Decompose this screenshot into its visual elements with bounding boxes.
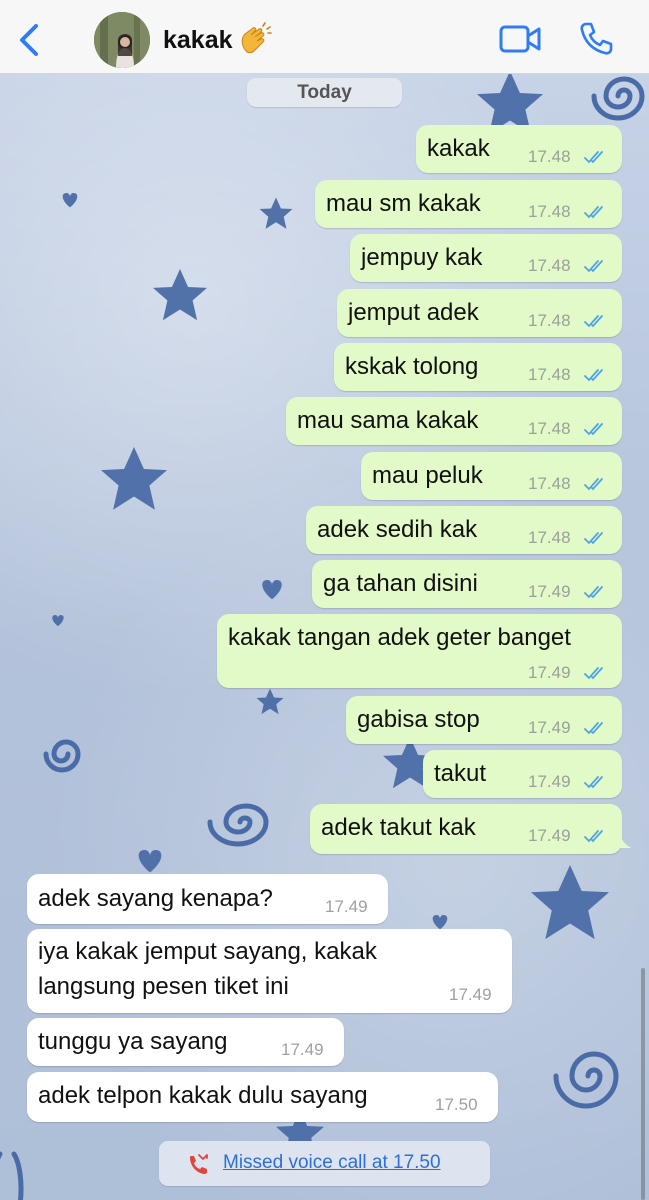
clapping-hands-icon xyxy=(237,22,273,58)
message-time: 17.48 xyxy=(528,147,571,166)
message-bubble-outgoing[interactable]: adek takut kak 17.49 xyxy=(310,804,622,854)
message-bubble-outgoing[interactable]: kakak 17.48 xyxy=(416,125,622,173)
message-time: 17.48 xyxy=(528,256,571,275)
message-time: 17.48 xyxy=(528,311,571,330)
message-bubble-outgoing[interactable]: jemput adek 17.48 xyxy=(337,289,622,337)
message-text: iya kakak jemput sayang, kakak xyxy=(38,938,377,965)
message-text: gabisa stop xyxy=(357,706,480,733)
contact-avatar[interactable] xyxy=(94,12,150,68)
message-bubble-outgoing[interactable]: mau sm kakak 17.48 xyxy=(315,180,622,228)
read-receipt-icon xyxy=(584,423,603,436)
read-receipt-icon xyxy=(584,722,603,735)
message-text: mau sama kakak xyxy=(297,407,479,434)
video-call-button[interactable] xyxy=(498,22,542,56)
missed-call-notice[interactable]: Missed voice call at 17.50 xyxy=(159,1141,490,1186)
message-time: 17.49 xyxy=(528,663,571,682)
message-bubble-incoming[interactable]: iya kakak jemput sayang, kakak langsung … xyxy=(27,929,512,1013)
message-text: kakak xyxy=(427,135,490,162)
message-bubble-outgoing[interactable]: jempuy kak 17.48 xyxy=(350,234,622,282)
message-text: mau peluk xyxy=(372,462,483,489)
chevron-left-icon xyxy=(20,24,38,56)
message-time: 17.48 xyxy=(528,419,571,438)
message-text: kskak tolong xyxy=(345,353,479,380)
message-bubble-outgoing[interactable]: adek sedih kak 17.48 xyxy=(306,506,622,554)
message-time: 17.50 xyxy=(435,1095,478,1114)
message-time: 17.49 xyxy=(325,897,368,916)
avatar-photo xyxy=(94,12,150,68)
message-time: 17.48 xyxy=(528,202,571,221)
read-receipt-icon xyxy=(584,260,603,273)
date-separator: Today xyxy=(247,78,402,107)
message-time: 17.49 xyxy=(528,826,571,845)
message-time: 17.48 xyxy=(528,528,571,547)
message-time: 17.48 xyxy=(528,474,571,493)
missed-call-icon xyxy=(190,1154,208,1174)
message-bubble-outgoing[interactable]: gabisa stop 17.49 xyxy=(346,696,622,744)
read-receipt-icon xyxy=(584,586,603,599)
contact-name[interactable]: kakak xyxy=(163,26,233,55)
message-bubble-outgoing[interactable]: kskak tolong 17.48 xyxy=(334,343,622,391)
message-text: jempuy kak xyxy=(361,244,483,271)
message-bubble-incoming[interactable]: adek sayang kenapa? 17.49 xyxy=(27,874,388,924)
bubble-tail-icon xyxy=(618,834,632,848)
read-receipt-icon xyxy=(584,369,603,382)
scrollbar[interactable] xyxy=(641,968,645,1200)
message-time: 17.49 xyxy=(449,985,492,1004)
message-text: adek takut kak xyxy=(321,814,476,841)
voice-call-button[interactable] xyxy=(577,20,615,58)
message-bubble-outgoing[interactable]: ga tahan disini 17.49 xyxy=(312,560,622,608)
message-time: 17.48 xyxy=(528,365,571,384)
message-time: 17.49 xyxy=(528,772,571,791)
message-text: adek telpon kakak dulu sayang xyxy=(38,1082,368,1109)
missed-call-text[interactable]: Missed voice call at 17.50 xyxy=(223,1152,441,1174)
message-text-line-2: langsung pesen tiket ini xyxy=(38,973,289,1000)
message-text: takut xyxy=(434,760,487,787)
message-time: 17.49 xyxy=(528,718,571,737)
read-receipt-icon xyxy=(584,776,603,789)
message-bubble-outgoing[interactable]: kakak tangan adek geter banget 17.49 xyxy=(217,614,622,688)
read-receipt-icon xyxy=(584,478,603,491)
message-bubble-incoming[interactable]: tunggu ya sayang 17.49 xyxy=(27,1018,344,1066)
message-bubble-outgoing[interactable]: mau sama kakak 17.48 xyxy=(286,397,622,445)
message-bubble-outgoing[interactable]: mau peluk 17.48 xyxy=(361,452,622,500)
read-receipt-icon xyxy=(584,151,603,164)
read-receipt-icon xyxy=(584,315,603,328)
read-receipt-icon xyxy=(584,532,603,545)
message-text: kakak tangan adek geter banget xyxy=(228,624,571,651)
chat-header: kakak xyxy=(0,0,649,74)
message-text: adek sayang kenapa? xyxy=(38,885,273,912)
read-receipt-icon xyxy=(584,667,603,680)
message-bubble-outgoing[interactable]: takut 17.49 xyxy=(423,750,622,798)
message-text: tunggu ya sayang xyxy=(38,1028,228,1055)
message-bubble-incoming[interactable]: adek telpon kakak dulu sayang 17.50 xyxy=(27,1072,498,1122)
message-time: 17.49 xyxy=(281,1040,324,1059)
message-time: 17.49 xyxy=(528,582,571,601)
read-receipt-icon xyxy=(584,206,603,219)
back-button[interactable] xyxy=(14,22,46,58)
message-text: mau sm kakak xyxy=(326,190,481,217)
video-camera-icon xyxy=(499,25,541,53)
read-receipt-icon xyxy=(584,830,603,843)
message-text: adek sedih kak xyxy=(317,516,478,543)
message-text: ga tahan disini xyxy=(323,570,478,597)
phone-icon xyxy=(580,22,613,55)
message-text: jemput adek xyxy=(348,299,479,326)
